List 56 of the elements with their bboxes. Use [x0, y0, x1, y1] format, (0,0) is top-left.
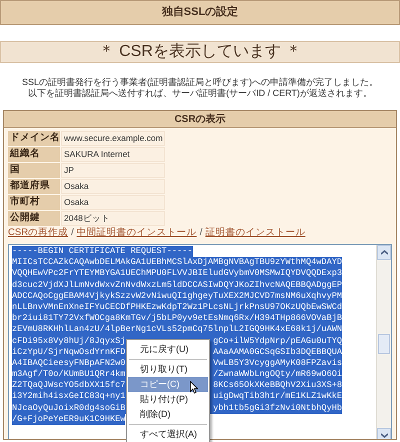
action-link[interactable]: 中間証明書のインストール [76, 226, 197, 240]
selected-text: iCzYpU/SjrNqwOsdYrnKFD [12, 346, 126, 358]
field-label: ドメイン名 [8, 131, 60, 146]
selected-text: zEVmU8RKHhlLan4zU/4lpBerNg1cVLs52pmCq75lnplL2IGQ9HK4xE68k1j/uAWN [12, 324, 342, 336]
selected-text: /G+FjoPeYeER9uK1C9HKEw [12, 414, 126, 425]
scrollbar[interactable] [376, 245, 391, 439]
field-label: 組織名 [8, 147, 60, 162]
panel-title: CSRの表示 [174, 112, 226, 126]
selected-text: MIICsTCCAZkCAQAwbDELMAkGA1UEBhMCSlAxDjAMBgNVBAgTBU9zYWthMQ4wDAYD [12, 257, 342, 268]
intro-text: 以下を証明書認証局へ送付すれば、サーバ証明書(サーバID / CERT)が返送されます。 [28, 88, 372, 99]
menu-item[interactable]: 元に戻す(U) [128, 342, 208, 357]
field-label: 市町村 [8, 195, 60, 210]
selected-text: -----BEGIN CERTIFICATE REQUEST----- [12, 246, 192, 258]
scroll-thumb[interactable] [378, 334, 390, 354]
scroll-up-icon[interactable] [377, 245, 391, 260]
selected-text: d3cuc2VjdXJlLmNvdWxvZnNvdWxzLm5ldDCCASIwDQYJKoZIhvcNAQEBBQADggEP [12, 280, 342, 291]
field-value: SAKURA Internet [61, 147, 165, 162]
selected-text: AAaAAMA0GCSqGSIb3DQEBBQUA [213, 346, 342, 358]
menu-item[interactable]: すべて選択(A) [128, 427, 208, 442]
selected-text: Z2TQaQJWscYO5dbXX15fc7 [12, 380, 126, 392]
action-link[interactable]: CSRの再作成 [8, 226, 68, 240]
link-separator: / [200, 226, 202, 240]
selected-text: m3Agf/T0o/KUmBU1QRr4km [12, 369, 126, 380]
scroll-down-icon[interactable] [377, 428, 391, 439]
selected-text: /ZwnaWWbLngOQty/mR69wO6Oi [213, 369, 342, 380]
field-label: 公開鍵 [8, 211, 60, 226]
page-title: 独自SSLの設定 [162, 4, 238, 20]
menu-item[interactable]: 貼り付け(P) [128, 392, 208, 407]
field-value: Osaka [61, 179, 165, 194]
banner-title: ＊ CSRを表示しています ＊ [98, 42, 302, 62]
selected-text: gCo+ilW5YdpNrp/pEAGu0uTYQ [213, 336, 342, 347]
field-label: 都道府県 [8, 179, 60, 194]
csr-text-area[interactable] [8, 244, 392, 439]
link-separator: / [71, 226, 74, 240]
selected-text: VQQHEwVPc2FrYTEYMBYGA1UEChMPU0FLVVJBIEludGVybmV0MSMwIQYDVQQDExp3 [12, 268, 342, 280]
field-label: 国 [8, 163, 60, 178]
mouse-cursor-icon [190, 381, 198, 394]
selected-text: 8KCs65OkXKeBBQhV2Xiu3XS+8 [213, 380, 342, 392]
selected-text: cFDi95x8Vy8hUj/8JqyxSj [12, 336, 126, 347]
selected-text: br2iui81TY72VxfWOCga8KmTGv/j5bLP0yv9etEsNmq6Rx/H394THp866VOVaBjB [12, 313, 342, 324]
selected-text: ybh1tb5gGi3fzNvi0NtbhQyHb [213, 402, 342, 414]
selected-text: NJcaOyQuJoixR0dg4soGiB [12, 402, 126, 414]
selected-text: i3Y2mih4isxGeIC83q+ny1 [12, 391, 126, 403]
field-value: JP [61, 163, 165, 178]
field-value: 2048ビット [61, 211, 165, 226]
intro-text: SSLの証明書発行を行う事業者(証明書認証局と呼びます)への申請準備が完了しました。 [22, 77, 378, 88]
selected-text: VwLB5Y3VcyggAMyK08FPZavis [213, 358, 342, 370]
selected-text: nLLBnvVMnEnXneIFYuCECDfPHKEzwKdpT2Wz1PLcsNLjrkPnsU97OKzUQbEwSWCd [12, 302, 342, 314]
action-link[interactable]: 証明書のインストール [205, 226, 306, 240]
selected-text: ADCCAQoCggEBAM4VjkykSzzvW2vNiwuQI1ghgeyTuXEX2MJCVD7msNM6uXqhvyPM [12, 290, 342, 302]
selected-text: uigDwqTib3h1r/mE1KLZ1wKkE [213, 391, 342, 403]
menu-item[interactable]: 削除(D) [128, 407, 208, 422]
menu-item[interactable]: 切り取り(T) [128, 362, 208, 377]
field-value: www.secure.example.com [61, 131, 165, 146]
selected-text: A4IBAQCieesyFNBpAFN2w0 [12, 358, 126, 370]
field-value: Osaka [61, 195, 165, 210]
